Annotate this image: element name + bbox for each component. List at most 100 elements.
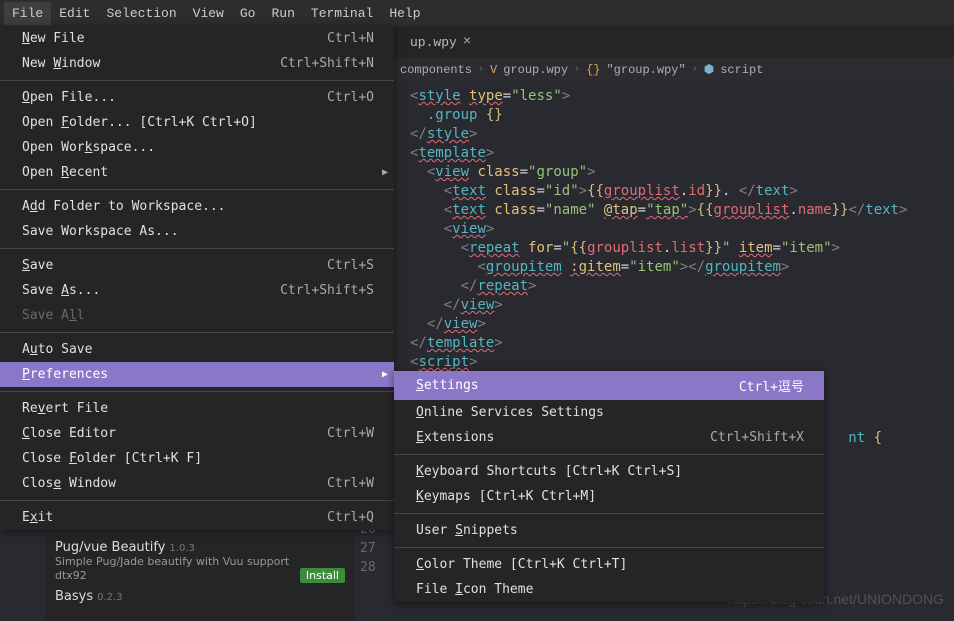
menu-item-save-all: Save All xyxy=(0,303,394,328)
file-menu-dropdown: New File Ctrl+N New Window Ctrl+Shift+N Open… xyxy=(0,26,394,530)
menu-item-label: Close Editor xyxy=(22,426,116,441)
menu-item-shortcut: Ctrl+Shift+S xyxy=(280,283,374,298)
menu-item-preferences[interactable]: Preferences ▶ xyxy=(0,362,394,387)
menu-item-user-snippets[interactable]: User Snippets xyxy=(394,518,824,543)
chevron-right-icon: › xyxy=(692,64,698,75)
tab-group-wpy[interactable]: up.wpy × xyxy=(400,26,481,58)
extension-item[interactable]: Basys0.2.3 xyxy=(55,589,345,604)
menu-item-label: Close Window xyxy=(22,476,116,491)
menu-item-auto-save[interactable]: Auto Save xyxy=(0,337,394,362)
menu-item-new-file[interactable]: New File Ctrl+N xyxy=(0,26,394,51)
menu-item-label: Color Theme [Ctrl+K Ctrl+T] xyxy=(416,557,627,572)
menu-item-label: Revert File xyxy=(22,401,108,416)
menubar-selection[interactable]: Selection xyxy=(98,2,184,25)
menu-item-shortcut: Ctrl+Shift+X xyxy=(710,430,804,445)
menu-item-save-workspace-as[interactable]: Save Workspace As... xyxy=(0,219,394,244)
menu-item-close-folder-ctrl-k-f[interactable]: Close Folder [Ctrl+K F] xyxy=(0,446,394,471)
breadcrumb-file[interactable]: group.wpy xyxy=(503,63,568,77)
install-button[interactable]: Install xyxy=(300,568,345,583)
menu-item-label: Open Workspace... xyxy=(22,140,155,155)
chevron-right-icon: ▶ xyxy=(382,167,388,178)
menu-item-label: Exit xyxy=(22,510,53,525)
menubar-terminal[interactable]: Terminal xyxy=(303,2,381,25)
extension-list: Pug/vue Beautify1.0.3 Simple Pug/Jade be… xyxy=(45,536,355,621)
menubar-run[interactable]: Run xyxy=(263,2,302,25)
menu-item-file-icon-theme[interactable]: File Icon Theme xyxy=(394,577,824,602)
menu-item-label: File Icon Theme xyxy=(416,582,533,597)
menu-item-label: User Snippets xyxy=(416,523,518,538)
menu-item-save-as[interactable]: Save As... Ctrl+Shift+S xyxy=(0,278,394,303)
menu-item-label: Save As... xyxy=(22,283,100,298)
menu-item-label: Open File... xyxy=(22,90,116,105)
menu-item-shortcut: Ctrl+O xyxy=(327,90,374,105)
menu-item-keymaps-ctrl-k-ctrl-m[interactable]: Keymaps [Ctrl+K Ctrl+M] xyxy=(394,484,824,509)
menubar-file[interactable]: File xyxy=(4,2,51,25)
menu-item-label: New Window xyxy=(22,56,100,71)
menu-divider xyxy=(0,80,394,81)
menu-divider xyxy=(0,248,394,249)
menu-item-label: New File xyxy=(22,31,85,46)
menu-item-label: Keyboard Shortcuts [Ctrl+K Ctrl+S] xyxy=(416,464,682,479)
menu-item-settings[interactable]: Settings Ctrl+逗号 xyxy=(394,371,824,400)
menubar: File Edit Selection View Go Run Terminal… xyxy=(0,0,954,26)
menu-item-label: Save xyxy=(22,258,53,273)
menu-item-shortcut: Ctrl+Shift+N xyxy=(280,56,374,71)
menu-item-label: Extensions xyxy=(416,430,494,445)
menu-item-shortcut: Ctrl+W xyxy=(327,476,374,491)
menu-item-close-window[interactable]: Close Window Ctrl+W xyxy=(0,471,394,496)
menu-item-label: Online Services Settings xyxy=(416,405,604,420)
menubar-help[interactable]: Help xyxy=(381,2,428,25)
preferences-submenu: Settings Ctrl+逗号 Online Services Settings E… xyxy=(394,371,824,602)
menubar-go[interactable]: Go xyxy=(232,2,264,25)
menu-item-label: Save All xyxy=(22,308,85,323)
menu-item-shortcut: Ctrl+逗号 xyxy=(739,376,804,395)
menu-divider xyxy=(0,391,394,392)
menu-item-shortcut: Ctrl+N xyxy=(327,31,374,46)
breadcrumb-symbol[interactable]: "group.wpy" xyxy=(606,63,685,77)
menu-item-keyboard-shortcuts-ctrl-k-ctrl-s[interactable]: Keyboard Shortcuts [Ctrl+K Ctrl+S] xyxy=(394,459,824,484)
menu-item-shortcut: Ctrl+S xyxy=(327,258,374,273)
menu-divider xyxy=(0,332,394,333)
menu-item-add-folder-to-workspace[interactable]: Add Folder to Workspace... xyxy=(0,194,394,219)
menu-item-shortcut: Ctrl+Q xyxy=(327,510,374,525)
menu-item-shortcut: Ctrl+W xyxy=(327,426,374,441)
menu-item-label: Open Recent xyxy=(22,165,108,180)
chevron-right-icon: ▶ xyxy=(382,369,388,380)
menu-item-open-recent[interactable]: Open Recent ▶ xyxy=(0,160,394,185)
menu-divider xyxy=(0,189,394,190)
menu-item-open-workspace[interactable]: Open Workspace... xyxy=(0,135,394,160)
tab-label: up.wpy xyxy=(410,35,457,50)
menu-item-label: Save Workspace As... xyxy=(22,224,179,239)
menu-item-color-theme-ctrl-k-ctrl-t[interactable]: Color Theme [Ctrl+K Ctrl+T] xyxy=(394,552,824,577)
extension-item[interactable]: Pug/vue Beautify1.0.3 Simple Pug/Jade be… xyxy=(55,540,345,583)
vue-icon: V xyxy=(490,63,497,77)
close-icon[interactable]: × xyxy=(463,34,471,50)
menu-item-label: Auto Save xyxy=(22,342,92,357)
breadcrumb-components[interactable]: components xyxy=(400,63,472,77)
menu-item-revert-file[interactable]: Revert File xyxy=(0,396,394,421)
menu-item-label: Settings xyxy=(416,378,479,393)
menu-item-close-editor[interactable]: Close Editor Ctrl+W xyxy=(0,421,394,446)
breadcrumb-script[interactable]: script xyxy=(720,63,763,77)
menu-item-open-file[interactable]: Open File... Ctrl+O xyxy=(0,85,394,110)
chevron-right-icon: › xyxy=(478,64,484,75)
menu-item-exit[interactable]: Exit Ctrl+Q xyxy=(0,505,394,530)
chevron-right-icon: › xyxy=(574,64,580,75)
menu-item-label: Preferences xyxy=(22,367,108,382)
menu-item-label: Keymaps [Ctrl+K Ctrl+M] xyxy=(416,489,596,504)
menu-item-new-window[interactable]: New Window Ctrl+Shift+N xyxy=(0,51,394,76)
menubar-edit[interactable]: Edit xyxy=(51,2,98,25)
menubar-view[interactable]: View xyxy=(185,2,232,25)
menu-item-open-folder-ctrl-k-ctrl-o[interactable]: Open Folder... [Ctrl+K Ctrl+O] xyxy=(0,110,394,135)
menu-divider xyxy=(394,513,824,514)
menu-divider xyxy=(394,454,824,455)
cube-icon: ⬢ xyxy=(704,62,714,77)
menu-item-save[interactable]: Save Ctrl+S xyxy=(0,253,394,278)
braces-icon: {} xyxy=(586,63,600,77)
menu-divider xyxy=(394,547,824,548)
menu-item-online-services-settings[interactable]: Online Services Settings xyxy=(394,400,824,425)
menu-divider xyxy=(0,500,394,501)
menu-item-extensions[interactable]: Extensions Ctrl+Shift+X xyxy=(394,425,824,450)
menu-item-label: Close Folder [Ctrl+K F] xyxy=(22,451,202,466)
menu-item-label: Open Folder... [Ctrl+K Ctrl+O] xyxy=(22,115,257,130)
